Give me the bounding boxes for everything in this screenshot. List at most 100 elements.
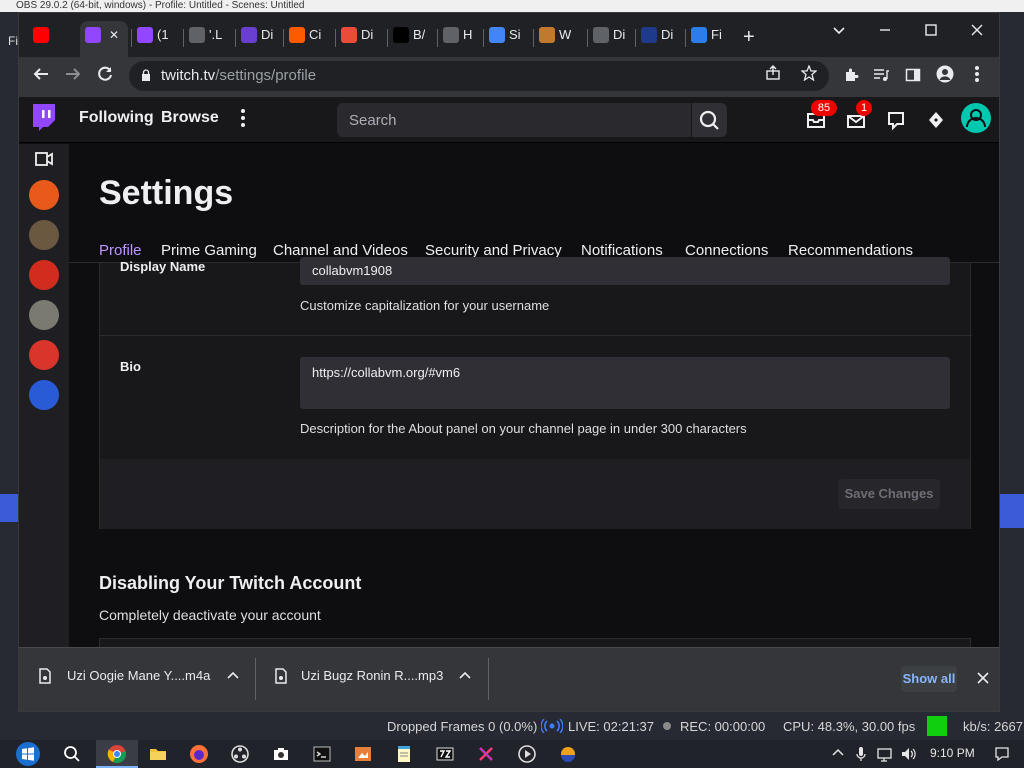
notepad-icon[interactable] bbox=[394, 744, 414, 764]
followed-channel-avatar[interactable] bbox=[29, 380, 59, 410]
obs-right-blue-item[interactable] bbox=[1000, 494, 1024, 528]
forward-icon[interactable] bbox=[59, 63, 87, 91]
back-icon[interactable] bbox=[27, 63, 55, 91]
browser-tab[interactable]: ✕ bbox=[85, 26, 119, 50]
chevron-up-icon[interactable] bbox=[227, 671, 239, 679]
save-changes-button[interactable]: Save Changes bbox=[838, 479, 940, 509]
notifications-icon[interactable] bbox=[994, 746, 1010, 765]
settings-tab-prime-gaming[interactable]: Prime Gaming bbox=[161, 242, 257, 259]
browser-tab[interactable]: Di bbox=[593, 26, 625, 50]
tab-search-icon[interactable] bbox=[823, 21, 855, 45]
store-icon bbox=[341, 26, 357, 43]
browser-tab[interactable]: (1 bbox=[137, 26, 169, 50]
followed-channel-avatar[interactable] bbox=[29, 300, 59, 330]
app-x-icon[interactable] bbox=[476, 744, 496, 764]
tab-separator bbox=[283, 29, 284, 47]
camera-app-icon[interactable] bbox=[271, 744, 291, 764]
tab-title: Si bbox=[509, 27, 521, 43]
twitch-logo-icon[interactable] bbox=[31, 103, 57, 133]
bitrate-text: kb/s: 2667 bbox=[963, 719, 1023, 734]
reload-icon[interactable] bbox=[91, 63, 119, 91]
profile-icon[interactable] bbox=[931, 63, 959, 91]
browser-window: ✕ (1 '.L Di Ci Di B/H Si W Di Di Fi + twitch.tv/set… bbox=[18, 12, 1000, 712]
firefox-icon[interactable] bbox=[189, 744, 209, 764]
browser-tab[interactable]: Si bbox=[489, 26, 521, 50]
tray-chevron-icon[interactable] bbox=[832, 746, 844, 761]
settings-tab-profile[interactable]: Profile bbox=[99, 242, 142, 259]
close-download-bar-icon[interactable] bbox=[973, 667, 993, 689]
twitch-page: Following Browse Search 85 1 Settings Pr… bbox=[19, 97, 999, 647]
obs-status-bar: Dropped Frames 0 (0.0%) LIVE: 02:21:37 R… bbox=[0, 712, 1024, 740]
tab-separator bbox=[533, 29, 534, 47]
side-panel-icon[interactable] bbox=[899, 63, 927, 91]
browser-tab[interactable]: Di bbox=[241, 26, 273, 50]
media-control-icon[interactable] bbox=[867, 63, 895, 91]
search-button[interactable] bbox=[692, 103, 727, 137]
chrome-icon[interactable] bbox=[107, 744, 127, 764]
7zip-icon[interactable] bbox=[435, 744, 455, 764]
download-filename: Uzi Bugz Ronin R....mp3 bbox=[301, 668, 444, 683]
close-tab-icon[interactable]: ✕ bbox=[109, 28, 119, 42]
browse-link[interactable]: Browse bbox=[161, 109, 219, 127]
followed-channel-avatar[interactable] bbox=[29, 220, 59, 250]
followed-channel-avatar[interactable] bbox=[29, 340, 59, 370]
new-tab-button[interactable]: + bbox=[743, 26, 755, 50]
windows-taskbar: 9:10 PM bbox=[0, 740, 1024, 768]
stream-health-indicator bbox=[927, 716, 947, 736]
tab-separator bbox=[483, 29, 484, 47]
browser-tab[interactable]: '.L bbox=[189, 26, 222, 50]
maximize-icon[interactable] bbox=[915, 21, 947, 45]
browser-tab[interactable]: B/ bbox=[393, 26, 425, 50]
close-window-icon[interactable] bbox=[961, 21, 993, 45]
obs-left-blue-item[interactable] bbox=[0, 494, 18, 522]
taskbar-clock[interactable]: 9:10 PM bbox=[930, 746, 975, 760]
browser-tab[interactable] bbox=[33, 26, 53, 50]
browser-tab[interactable]: Fi bbox=[691, 26, 722, 50]
bookmark-star-icon[interactable] bbox=[795, 61, 823, 89]
obs-icon[interactable] bbox=[230, 744, 250, 764]
media-player-icon[interactable] bbox=[517, 744, 537, 764]
prime-crown-icon[interactable] bbox=[925, 109, 947, 131]
browser-tab[interactable]: H bbox=[443, 26, 472, 50]
tab-title: Di bbox=[661, 27, 674, 43]
more-options-icon[interactable] bbox=[239, 106, 247, 130]
bio-label: Bio bbox=[120, 359, 141, 374]
image-editor-icon[interactable] bbox=[353, 744, 373, 764]
search-input[interactable]: Search bbox=[337, 103, 691, 137]
browser-tab[interactable]: Di bbox=[341, 26, 373, 50]
file-explorer-icon[interactable] bbox=[148, 744, 168, 764]
following-link[interactable]: Following bbox=[79, 109, 154, 127]
microphone-icon[interactable] bbox=[855, 746, 867, 765]
photo-icon bbox=[539, 26, 555, 43]
chevron-up-icon[interactable] bbox=[459, 671, 471, 679]
followed-channel-avatar[interactable] bbox=[29, 180, 59, 210]
show-all-downloads-button[interactable]: Show all bbox=[901, 666, 957, 692]
obs-left-panel: Fi bbox=[0, 12, 18, 712]
address-bar[interactable]: twitch.tv/settings/profile bbox=[129, 61, 829, 91]
youtube-icon bbox=[33, 26, 49, 43]
browser-tab[interactable]: Di bbox=[641, 26, 673, 50]
followed-channel-avatar[interactable] bbox=[29, 260, 59, 290]
volume-icon[interactable] bbox=[900, 746, 918, 765]
share-icon[interactable] bbox=[759, 61, 787, 89]
twitch-top-nav: Following Browse Search 85 1 bbox=[19, 97, 999, 143]
chrome-menu-icon[interactable] bbox=[963, 63, 991, 91]
search-icon[interactable] bbox=[62, 744, 82, 764]
followed-channels-icon[interactable] bbox=[35, 152, 53, 166]
browser-tab[interactable]: Ci bbox=[289, 26, 321, 50]
activity-feed-icon[interactable] bbox=[885, 109, 907, 131]
display-name-field[interactable]: collabvm1908 bbox=[300, 257, 950, 285]
extensions-icon[interactable] bbox=[837, 63, 865, 91]
browser-toolbar: twitch.tv/settings/profile bbox=[19, 57, 999, 97]
card-divider bbox=[100, 335, 972, 336]
browser-tab[interactable]: W bbox=[539, 26, 571, 50]
user-icon bbox=[966, 109, 986, 128]
minimize-icon[interactable] bbox=[869, 21, 901, 45]
bio-textarea[interactable]: https://collabvm.org/#vm6 bbox=[300, 357, 950, 409]
terminal-icon[interactable] bbox=[312, 744, 332, 764]
game-launcher-icon[interactable] bbox=[558, 744, 578, 764]
start-button[interactable] bbox=[14, 741, 42, 767]
network-icon[interactable] bbox=[876, 746, 894, 765]
user-avatar[interactable] bbox=[961, 103, 991, 133]
display-name-label: Display Name bbox=[120, 259, 206, 274]
